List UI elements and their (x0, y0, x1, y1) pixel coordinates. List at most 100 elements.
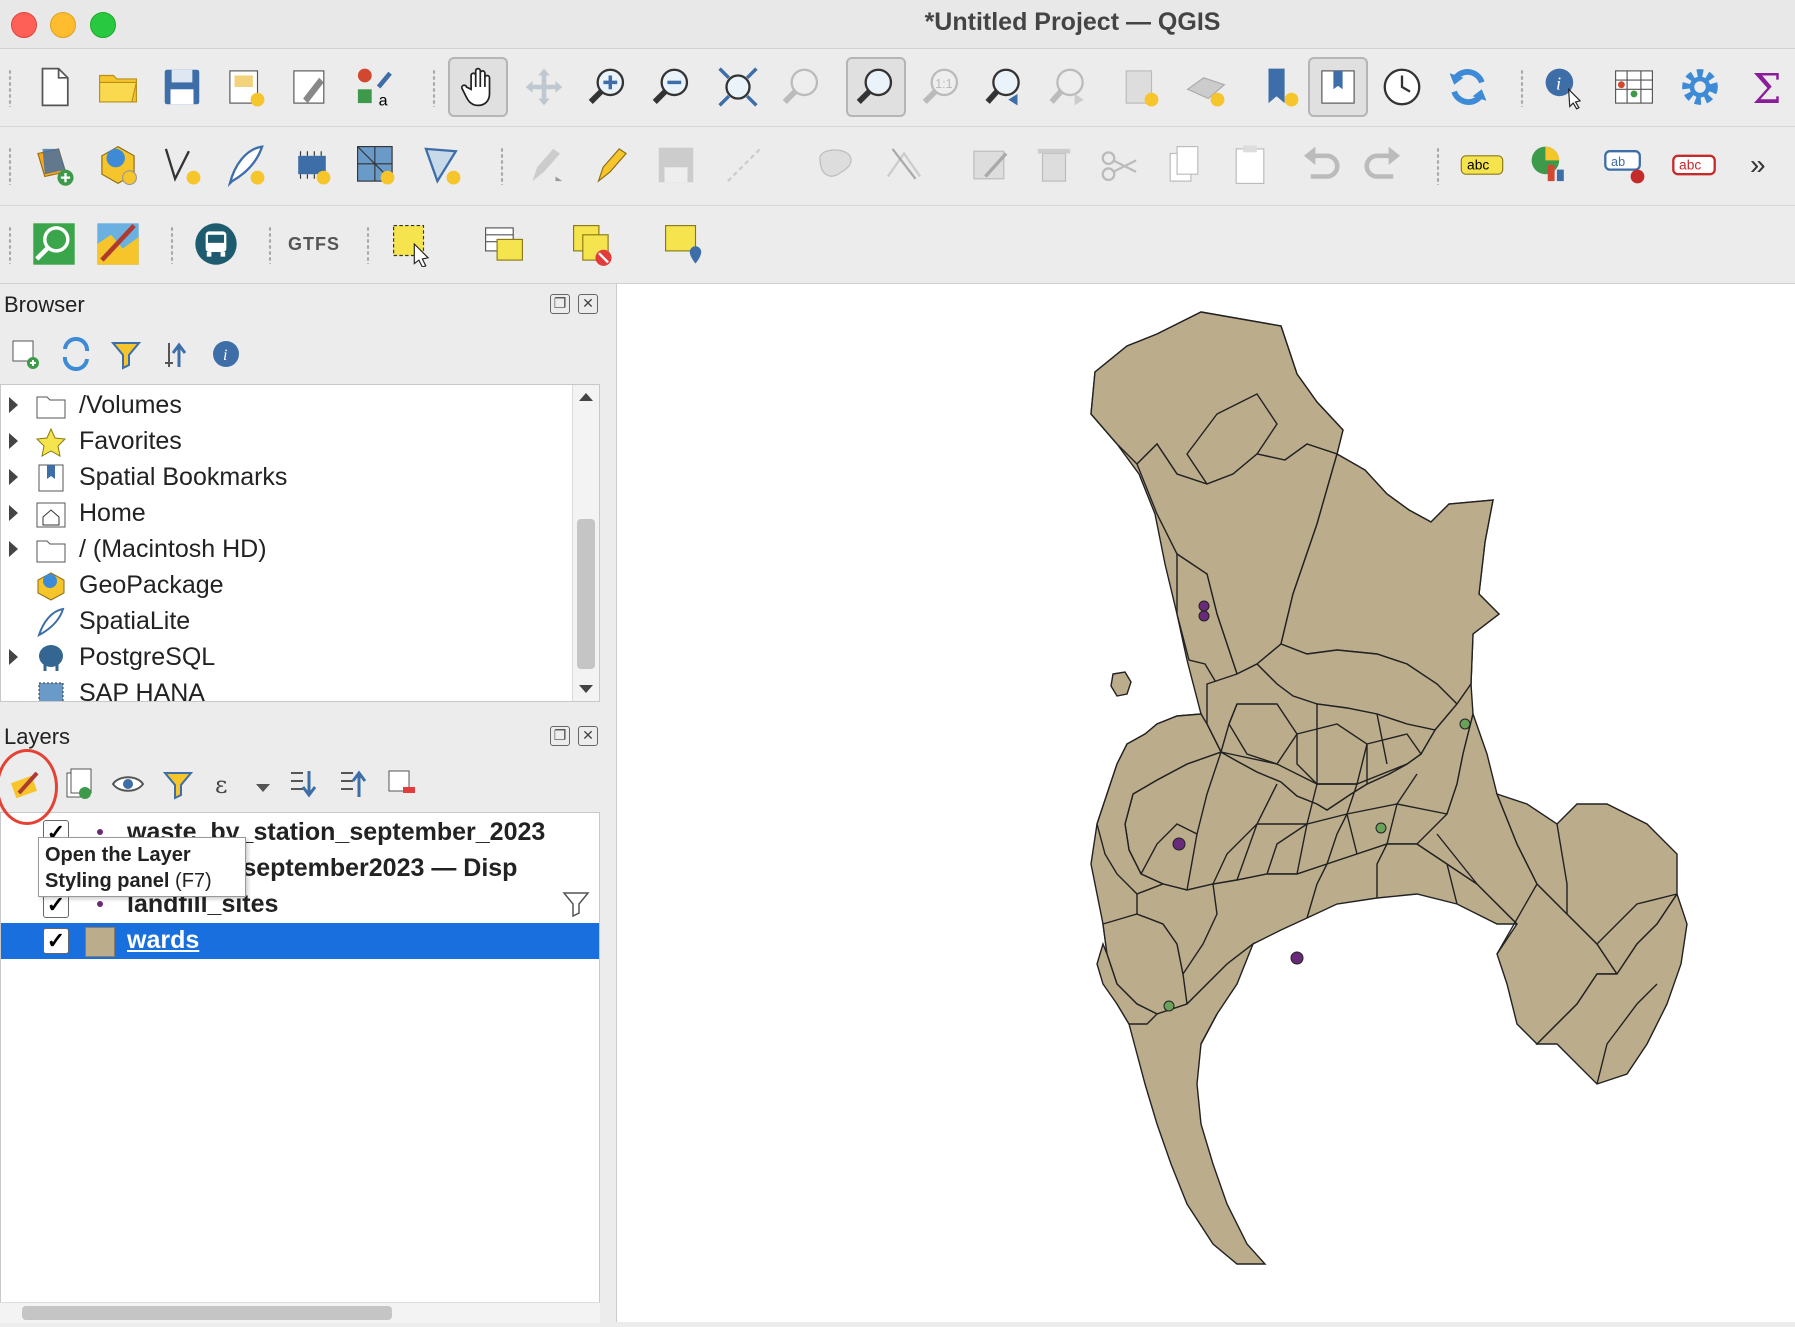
open-project-icon[interactable] (88, 57, 148, 117)
label-toolbar-icon[interactable]: abc (1452, 135, 1512, 195)
browser-item[interactable]: Spatial Bookmarks (1, 459, 576, 495)
save-project-icon[interactable] (152, 57, 212, 117)
vertex-tool-icon[interactable] (874, 135, 934, 195)
temporal-controller-icon[interactable] (1372, 57, 1432, 117)
select-features-icon[interactable] (382, 214, 442, 274)
browser-item[interactable]: /Volumes (1, 387, 576, 423)
browser-item[interactable]: PostgreSQL (1, 639, 576, 675)
diagram-options-icon[interactable] (1520, 135, 1580, 195)
browser-item[interactable]: / (Macintosh HD) (1, 531, 576, 567)
zoom-in-icon[interactable] (578, 57, 638, 117)
new-spatialite-layer-icon[interactable] (216, 135, 276, 195)
browser-scrollbar[interactable] (572, 385, 599, 701)
refresh-browser-icon[interactable] (56, 334, 96, 374)
identify-features-icon[interactable]: i (1534, 57, 1594, 117)
map-canvas[interactable] (616, 284, 1795, 1322)
layer-item[interactable]: ✓ wards (1, 923, 599, 959)
postgresql-icon (35, 643, 67, 673)
collapse-all-icon[interactable] (332, 764, 372, 804)
new-3d-map-view-icon[interactable] (1176, 57, 1236, 117)
new-virtual-layer-icon[interactable] (346, 135, 406, 195)
add-selected-layers-icon[interactable] (6, 334, 46, 374)
close-panel-icon[interactable]: ✕ (578, 726, 598, 746)
manage-map-themes-icon[interactable] (108, 764, 148, 804)
filter-by-expression-icon[interactable]: ε (208, 764, 248, 804)
folder-icon (35, 391, 67, 421)
browser-panel: Browser ❐ ✕ i /Volumes Favorites Spatial… (0, 284, 602, 702)
current-edits-icon[interactable] (580, 135, 640, 195)
expand-all-icon[interactable] (282, 764, 322, 804)
svg-text:abc: abc (1467, 158, 1489, 173)
pan-map-icon[interactable] (448, 57, 508, 117)
sap-hana-icon (35, 679, 67, 701)
style-manager-icon[interactable]: a (344, 57, 404, 117)
toggle-editing-icon[interactable] (514, 135, 574, 195)
zoom-last-icon[interactable] (976, 57, 1036, 117)
new-project-icon[interactable] (24, 57, 84, 117)
browser-item[interactable]: GeoPackage (1, 567, 576, 603)
highlight-pinned-labels-icon[interactable]: ab (1596, 135, 1656, 195)
redo-icon[interactable] (1354, 135, 1414, 195)
select-by-location-icon[interactable] (654, 214, 714, 274)
new-spatial-bookmark-icon[interactable] (1250, 57, 1310, 117)
layers-panel-title: Layers (4, 724, 71, 749)
filter-browser-icon[interactable] (106, 334, 146, 374)
new-print-layout-icon[interactable] (216, 57, 276, 117)
delete-selected-icon[interactable] (1024, 135, 1084, 195)
zoom-to-layer-icon[interactable] (846, 57, 906, 117)
zoom-full-icon[interactable] (708, 57, 768, 117)
public-transport-icon[interactable] (186, 214, 246, 274)
attributes-table-icon[interactable] (1604, 57, 1664, 117)
pan-to-selection-icon[interactable] (514, 57, 574, 117)
filter-legend-icon[interactable] (158, 764, 198, 804)
undock-panel-icon[interactable]: ❐ (550, 726, 570, 746)
new-shapefile-layer-icon[interactable] (152, 135, 212, 195)
zoom-out-icon[interactable] (642, 57, 702, 117)
enable-properties-icon[interactable]: i (206, 334, 246, 374)
browser-tree: /Volumes Favorites Spatial Bookmarks Hom… (0, 384, 600, 702)
save-layer-edits-icon[interactable] (646, 135, 706, 195)
select-by-value-icon[interactable] (474, 214, 534, 274)
zoom-to-selection-icon[interactable] (772, 57, 832, 117)
modify-attributes-icon[interactable] (960, 135, 1020, 195)
locator-search-icon[interactable] (24, 214, 84, 274)
digitize-line-icon[interactable] (714, 135, 774, 195)
data-source-manager-icon[interactable] (24, 135, 84, 195)
layer-filter-icon[interactable] (561, 889, 591, 919)
undo-icon[interactable] (1290, 135, 1350, 195)
add-group-icon[interactable] (58, 764, 98, 804)
refresh-icon[interactable] (1438, 57, 1498, 117)
browser-item[interactable]: Favorites (1, 423, 576, 459)
layout-manager-icon[interactable] (280, 57, 340, 117)
digitize-polygon-icon[interactable] (806, 135, 866, 195)
panel-splitter[interactable] (602, 284, 616, 1322)
new-geopackage-layer-icon[interactable] (88, 135, 148, 195)
remove-layer-icon[interactable] (382, 764, 422, 804)
browser-item[interactable]: Home (1, 495, 576, 531)
layer-visibility-checkbox[interactable]: ✓ (43, 928, 69, 954)
settings-icon[interactable] (1670, 57, 1730, 117)
new-temporary-layer-icon[interactable] (282, 135, 342, 195)
layers-horizontal-scrollbar[interactable] (0, 1302, 600, 1323)
statistical-summary-icon[interactable]: Σ (1736, 57, 1795, 117)
gtfs-plugin-button[interactable]: GTFS (284, 214, 344, 274)
paste-features-icon[interactable] (1220, 135, 1280, 195)
new-mesh-layer-icon[interactable] (412, 135, 472, 195)
browser-item[interactable]: SpatiaLite (1, 603, 576, 639)
point-symbol-icon (97, 829, 103, 835)
copy-features-icon[interactable] (1154, 135, 1214, 195)
toolbar-overflow-button[interactable]: » (1750, 149, 1766, 181)
browser-item[interactable]: SAP HANA (1, 675, 576, 701)
cut-features-icon[interactable] (1090, 135, 1150, 195)
zoom-native-icon[interactable]: 1:1 (912, 57, 972, 117)
collapse-all-icon[interactable] (156, 334, 196, 374)
pin-unpin-labels-icon[interactable]: abc (1664, 135, 1724, 195)
undock-panel-icon[interactable]: ❐ (550, 294, 570, 314)
new-map-view-icon[interactable] (1110, 57, 1170, 117)
geopackage-icon (35, 571, 67, 601)
map-styling-plugin-icon[interactable] (88, 214, 148, 274)
deselect-all-icon[interactable] (562, 214, 622, 274)
close-panel-icon[interactable]: ✕ (578, 294, 598, 314)
show-spatial-bookmarks-icon[interactable] (1308, 57, 1368, 117)
zoom-next-icon[interactable] (1040, 57, 1100, 117)
